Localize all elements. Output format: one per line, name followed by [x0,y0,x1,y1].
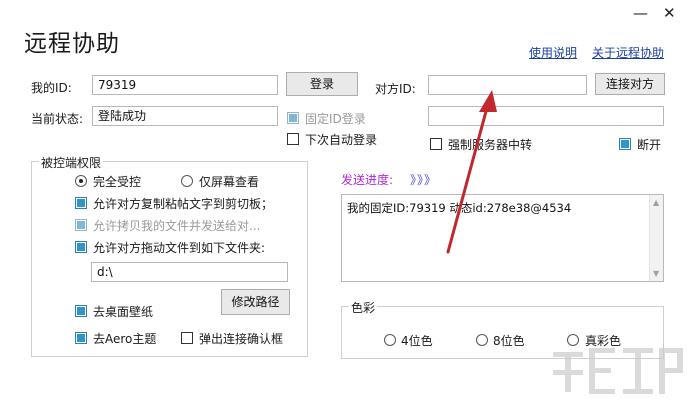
site-logo-watermark [553,348,683,394]
